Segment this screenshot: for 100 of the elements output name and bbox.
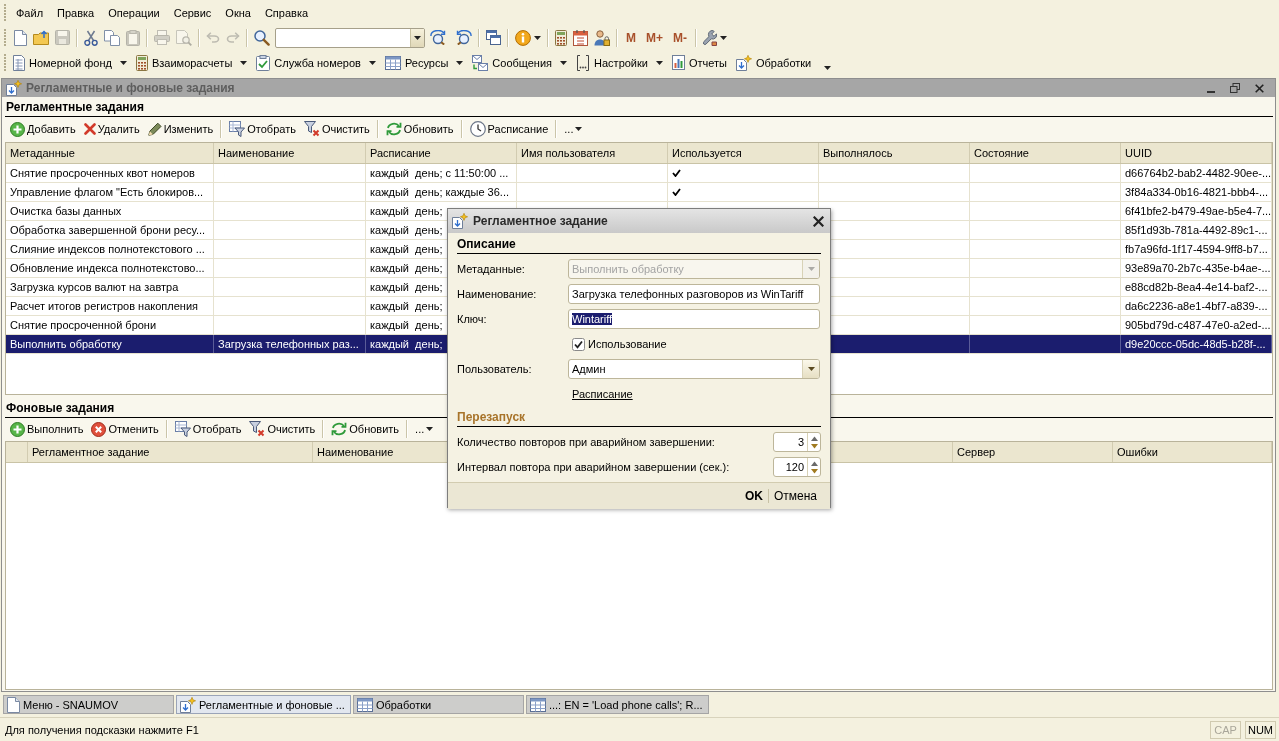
table-cell: da6c2236-a8e1-4bf7-a839-...: [1121, 297, 1272, 315]
toolbar-button[interactable]: Изменить: [143, 119, 218, 139]
menu-item[interactable]: Сервис: [166, 4, 219, 21]
blank-page-icon[interactable]: [14, 29, 27, 46]
toolbar-button[interactable]: Выполнить: [6, 419, 88, 439]
menu-button[interactable]: Служба номеров: [252, 51, 381, 74]
caret-down-icon[interactable]: [807, 367, 815, 371]
checkbox[interactable]: [572, 337, 585, 351]
toolbar-button[interactable]: Очистить: [299, 119, 374, 139]
dialog-button[interactable]: Отмена: [767, 489, 822, 503]
sparkle-page-icon: [736, 54, 752, 71]
search-icon[interactable]: [254, 29, 270, 46]
toolbar-button[interactable]: Расписание: [465, 119, 553, 139]
toolbar-button[interactable]: Отобрать: [225, 119, 300, 139]
scissors-icon[interactable]: [84, 29, 98, 46]
table-cell: 93e89a70-2b7c-435e-b4ae-...: [1121, 259, 1272, 277]
dialog-button[interactable]: OK: [739, 489, 768, 503]
column-header[interactable]: Используется: [668, 143, 819, 163]
menu-button[interactable]: Обработки: [732, 51, 817, 74]
spin-arrows-icon[interactable]: [810, 460, 818, 474]
magnifier-arrow-icon[interactable]: [454, 30, 472, 45]
column-header[interactable]: Имя пользователя: [517, 143, 668, 163]
text-field[interactable]: Wintariff: [568, 309, 820, 329]
table-row[interactable]: Снятие просроченных квот номеров каждый день; с 11:50:00 ... d66764b2-bab2-4482-90ee-...: [6, 164, 1272, 183]
column-header[interactable]: Метаданные: [6, 143, 214, 163]
toolbar-button[interactable]: Отобрать: [170, 419, 246, 439]
table-cell: d66764b2-bab2-4482-90ee-...: [1121, 164, 1272, 182]
column-header[interactable]: Выполнялось: [819, 143, 970, 163]
blank-page-icon: [7, 696, 20, 713]
menu-button[interactable]: Взаиморасчеты: [131, 51, 253, 74]
sparkle-page-icon: [452, 213, 468, 229]
clock-icon: [469, 121, 486, 137]
menu-button[interactable]: Сообщения: [468, 51, 573, 74]
dropdown-field[interactable]: Админ: [568, 359, 820, 379]
column-header[interactable]: Регламентное задание: [28, 442, 313, 462]
number-field[interactable]: 120: [773, 457, 821, 477]
caret-down-icon: [456, 60, 464, 65]
menu-item[interactable]: Операции: [101, 4, 167, 21]
toolbar-button[interactable]: Обновить: [381, 119, 458, 139]
plus-circle-icon: [10, 421, 25, 437]
magnifier-arrow-icon[interactable]: [430, 30, 448, 45]
spin-arrows-icon[interactable]: [810, 435, 818, 449]
menu-button[interactable]: Настройки: [572, 51, 668, 74]
caret-down-icon: [575, 127, 583, 131]
table-cell: fb7a96fd-1f17-4594-9ff8-b7...: [1121, 240, 1272, 258]
more-button[interactable]: ...: [560, 119, 587, 139]
field-label: Пользователь:: [457, 363, 533, 375]
table-icon: [384, 55, 401, 70]
menu-button[interactable]: Номерной фонд: [9, 51, 132, 74]
column-header[interactable]: Ошибки: [1113, 442, 1272, 462]
dropdown-button[interactable]: [410, 28, 424, 47]
taskbar-tab[interactable]: Обработки: [352, 695, 524, 714]
table-cell: 6f41bfe2-b479-49ae-b5e4-7...: [1121, 202, 1272, 220]
restore-icon[interactable]: [1230, 83, 1240, 93]
number-field[interactable]: 3: [773, 432, 821, 452]
info-icon[interactable]: [515, 29, 531, 46]
taskbar-tab[interactable]: ...: EN = 'Load phone calls'; R...: [525, 695, 709, 714]
toolbar-button[interactable]: Отменить: [87, 419, 163, 439]
pages-icon[interactable]: [104, 29, 120, 46]
column-header[interactable]: Расписание: [366, 143, 517, 163]
toolbar-button[interactable]: M-: [668, 30, 692, 45]
more-button[interactable]: ...: [411, 419, 438, 439]
menu-item[interactable]: Справка: [257, 4, 316, 21]
column-header[interactable]: UUID: [1121, 143, 1272, 163]
toolbar-button[interactable]: M+: [641, 30, 668, 45]
caret-down-icon[interactable]: [534, 35, 541, 40]
search-field[interactable]: [275, 27, 425, 48]
caret-down-icon[interactable]: [720, 35, 727, 40]
close-icon[interactable]: [813, 215, 824, 227]
calendar-icon[interactable]: [573, 29, 588, 46]
folder-icon[interactable]: [33, 30, 49, 45]
table-icon: [529, 697, 546, 712]
toolbar-button[interactable]: Удалить: [79, 119, 144, 139]
tools-icon[interactable]: [703, 29, 717, 46]
toolbar-button[interactable]: Добавить: [6, 119, 80, 139]
caret-down-icon[interactable]: [824, 66, 832, 70]
menu-item[interactable]: Окна: [218, 4, 258, 21]
calculator-icon[interactable]: [555, 29, 567, 46]
column-header[interactable]: Наименование: [214, 143, 366, 163]
link[interactable]: Расписание: [572, 388, 633, 400]
field-label: Ключ:: [457, 313, 488, 325]
menu-button[interactable]: Ресурсы: [380, 51, 469, 74]
menu-item[interactable]: Правка: [50, 4, 102, 21]
column-header[interactable]: Состояние: [970, 143, 1121, 163]
toolbar-button[interactable]: M: [621, 30, 641, 45]
stacked-windows-icon[interactable]: [486, 30, 501, 45]
caret-down-icon: [655, 60, 663, 65]
section-title: Описание: [457, 237, 516, 251]
toolbar-button[interactable]: Очистить: [245, 419, 320, 439]
user-lock-icon[interactable]: [594, 29, 610, 46]
text-field[interactable]: Загрузка телефонных разговоров из WinTariff: [568, 284, 820, 304]
taskbar-tab[interactable]: Меню - SNAUMOV: [3, 695, 174, 714]
table-row[interactable]: Управление флагом "Есть блокиров... каждый день; каждые 36... 3f84a334-0b16-4821-bbb4-...: [6, 183, 1272, 202]
menu-item[interactable]: Файл: [9, 4, 51, 21]
checkbox-label[interactable]: Использование: [588, 338, 667, 350]
close-icon[interactable]: [1254, 84, 1264, 93]
column-header[interactable]: Сервер: [953, 442, 1113, 462]
toolbar-button[interactable]: Обновить: [327, 419, 404, 439]
menu-button[interactable]: Отчеты: [667, 51, 732, 74]
taskbar-tab[interactable]: Регламентные и фоновые ...: [176, 695, 351, 714]
